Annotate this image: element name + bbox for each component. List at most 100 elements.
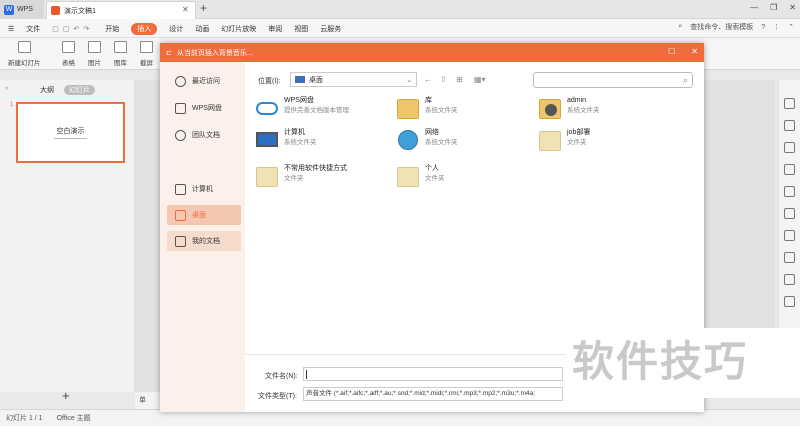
file-name: job部署	[567, 129, 591, 136]
more-icon[interactable]: ⋮	[773, 23, 780, 31]
menu-home[interactable]: 开始	[105, 24, 119, 34]
file-type: 系统文件夹	[425, 139, 458, 146]
hamburger-icon[interactable]: ☰	[8, 25, 14, 33]
menu-design[interactable]: 设计	[169, 24, 183, 34]
file-name: 网络	[425, 129, 439, 136]
properties-icon[interactable]	[784, 98, 795, 109]
file-name: 个人	[425, 165, 439, 172]
star-icon[interactable]	[784, 208, 795, 219]
file-item-network[interactable]: 网络 系统文件夹	[396, 128, 536, 154]
table-button[interactable]: 表格	[62, 41, 75, 67]
dialog-close-icon[interactable]: ✕	[691, 47, 698, 56]
menu-file[interactable]: 文件	[26, 24, 40, 34]
picture-icon	[88, 41, 101, 53]
close-window-icon[interactable]: ✕	[789, 3, 796, 12]
sidebar-item-computer[interactable]: 计算机	[167, 179, 241, 199]
new-slide-button[interactable]: 新建幻灯片	[8, 41, 41, 67]
add-slide-button[interactable]: +	[62, 388, 70, 403]
picture-button[interactable]: 图片	[88, 41, 101, 67]
view-mode-icon[interactable]: ▦▾	[474, 75, 486, 84]
file-type: 系统文件夹	[425, 107, 458, 114]
screenshot-icon	[140, 41, 153, 53]
desktop-icon	[175, 209, 186, 221]
help-icon[interactable]: ?	[761, 24, 765, 31]
collapse-ribbon-icon[interactable]: ⌃	[788, 23, 794, 31]
new-folder-icon[interactable]: ⊞	[456, 75, 463, 84]
box-icon[interactable]	[784, 230, 795, 241]
sidebar-item-wps-drive[interactable]: WPS网盘	[167, 98, 241, 118]
screenshot-label: 截屏	[140, 60, 153, 67]
collapse-panel-icon[interactable]: «	[5, 85, 9, 92]
help-side-icon[interactable]	[784, 296, 795, 307]
chevron-down-icon: ⌄	[406, 76, 412, 84]
network-icon	[396, 128, 420, 152]
file-name: 库	[425, 97, 432, 104]
new-slide-label: 新建幻灯片	[8, 60, 41, 67]
menu-review[interactable]: 审阅	[268, 24, 282, 34]
menu-items: ☰ 文件 ▢▢↶↷ 开始 插入 设计 动画 幻灯片放映 审阅 视图 云服务	[8, 19, 353, 38]
file-type: 系统文件夹	[567, 107, 600, 114]
style-icon[interactable]	[784, 120, 795, 131]
close-tab-icon[interactable]: ✕	[182, 5, 189, 14]
sidebar-item-team-docs[interactable]: 团队文档	[167, 125, 241, 145]
file-item-computer[interactable]: 计算机 系统文件夹	[255, 128, 395, 154]
back-icon[interactable]: ←	[424, 75, 432, 84]
minimize-icon[interactable]: —	[750, 3, 758, 12]
search-input[interactable]: ⌕	[533, 72, 693, 88]
file-type: 提供完善文档版本管理	[284, 107, 349, 114]
settings-icon[interactable]	[784, 164, 795, 175]
history-icon[interactable]	[784, 274, 795, 285]
slide-thumbnail-subtitle-line	[54, 138, 87, 139]
document-tab[interactable]: 演示文稿1	[46, 1, 196, 19]
table-icon	[62, 41, 75, 53]
file-item-personal[interactable]: 个人 文件夹	[396, 164, 536, 190]
folder-icon	[538, 128, 562, 152]
copy-icon[interactable]	[784, 186, 795, 197]
file-item-wps-drive[interactable]: WPS网盘 提供完善文档版本管理	[255, 96, 395, 122]
command-search[interactable]: 查找命令、搜索模板	[690, 22, 753, 32]
share-icon[interactable]	[784, 252, 795, 263]
wps-tab-label: WPS	[17, 6, 33, 13]
menu-slideshow[interactable]: 幻灯片放映	[221, 24, 256, 34]
tab-outline[interactable]: 大纲	[40, 85, 54, 95]
search-icon[interactable]: ⌕	[678, 23, 682, 31]
menu-insert[interactable]: 插入	[131, 22, 158, 35]
menu-view[interactable]: 视图	[294, 24, 308, 34]
menu-animation[interactable]: 动画	[195, 24, 209, 34]
file-item-shortcuts[interactable]: 不常用软件快捷方式 文件夹	[255, 164, 395, 190]
menu-bar: ☰ 文件 ▢▢↶↷ 开始 插入 设计 动画 幻灯片放映 审阅 视图 云服务 ⌕ …	[0, 19, 800, 38]
watermark-text: 软件技巧	[566, 328, 800, 398]
new-tab-button[interactable]: +	[200, 1, 207, 15]
sidebar-item-label: 计算机	[192, 186, 213, 193]
tab-slides[interactable]: 幻灯片	[64, 85, 95, 95]
shape-icon[interactable]	[784, 142, 795, 153]
location-select[interactable]: 桌面 ⌄	[290, 72, 417, 87]
slide-thumbnail[interactable]: 空白演示	[16, 102, 125, 163]
gallery-button[interactable]: 图库	[114, 41, 127, 67]
file-type: 文件夹	[567, 139, 587, 146]
file-item-job[interactable]: job部署文件夹	[538, 128, 678, 154]
dialog-title: 从当前页插入背景音乐...	[176, 49, 253, 57]
file-name: 计算机	[284, 129, 305, 136]
menu-cloud[interactable]: 云服务	[320, 24, 341, 34]
menu-right: ⌕ 查找命令、搜索模板 ? ⋮ ⌃	[678, 22, 794, 32]
slide-thumbnail-title: 空白演示	[56, 128, 85, 135]
theme-name[interactable]: Office 主题	[57, 413, 91, 423]
quick-access-icons[interactable]: ▢▢↶↷	[52, 25, 93, 33]
filename-label: 文件名(N):	[265, 373, 298, 380]
file-type: 系统文件夹	[284, 139, 317, 146]
user-folder-icon	[538, 96, 562, 120]
up-folder-icon[interactable]: ⇧	[440, 75, 447, 84]
wps-home-tab[interactable]: W WPS	[0, 0, 44, 19]
maximize-icon[interactable]: ❐	[770, 3, 777, 12]
sidebar-item-my-documents[interactable]: 我的文档	[167, 231, 241, 251]
file-item-admin[interactable]: admin 系统文件夹	[538, 96, 678, 122]
dialog-maximize-icon[interactable]: ☐	[668, 47, 675, 56]
sidebar-item-desktop[interactable]: 桌面	[167, 205, 241, 225]
wps-logo-icon: W	[4, 4, 14, 15]
sidebar-item-recent[interactable]: 最近访问	[167, 71, 241, 91]
filetype-select[interactable]: 声音文件 (*.aif;*.aifc;*.aiff;*.au;*.snd;*.m…	[303, 387, 563, 401]
screenshot-button[interactable]: 截屏	[140, 41, 153, 67]
filename-input[interactable]	[303, 367, 563, 381]
file-item-library[interactable]: 库系统文件夹	[396, 96, 536, 122]
